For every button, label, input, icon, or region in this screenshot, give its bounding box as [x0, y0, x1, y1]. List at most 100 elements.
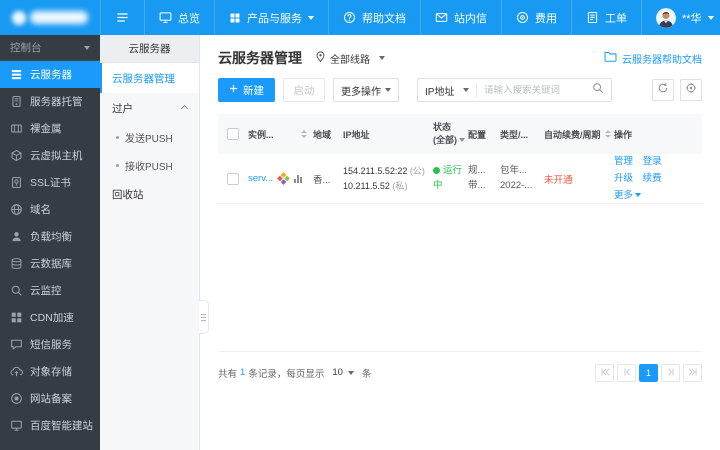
envelope-icon: [435, 11, 448, 24]
subnav-collapse-handle[interactable]: [199, 300, 209, 334]
page-prev-button[interactable]: [617, 363, 636, 382]
action-more[interactable]: 更多: [614, 190, 642, 201]
certificate-icon: [10, 176, 23, 189]
nav-tickets[interactable]: 工单: [571, 0, 641, 35]
subnav-item-recycle-bin[interactable]: 回收站: [100, 179, 199, 209]
config-cell: 规... 带...: [468, 164, 500, 193]
sidebar-item-object-storage[interactable]: 对象存储: [0, 358, 100, 385]
th-status-filter[interactable]: (全部): [433, 134, 468, 148]
status-cell: 运行中: [433, 164, 468, 193]
sidebar-item-label: 百度智能建站: [30, 420, 93, 432]
region-cell: 香...: [313, 174, 331, 186]
sidebar-item-sms[interactable]: 短信服务: [0, 331, 100, 358]
action-login[interactable]: 登录: [643, 156, 662, 167]
settings-button[interactable]: [680, 79, 702, 101]
server-table: 实例... 地域 IP地址 状态 (全部) 配置 类型/... 自动续费/周期: [218, 114, 702, 393]
console-switcher[interactable]: 控制台: [0, 35, 100, 61]
nav-products[interactable]: 产品与服务: [214, 0, 328, 35]
search-type-dropdown[interactable]: IP地址: [418, 83, 476, 98]
sidebar-item-cloud-server[interactable]: 云服务器: [0, 61, 100, 88]
sidebar-item-ssl-cert[interactable]: SSL证书: [0, 169, 100, 196]
globe-icon: [10, 203, 23, 216]
start-button-disabled[interactable]: 启动: [283, 78, 325, 102]
chevron-down-icon: [379, 56, 385, 60]
page-next-button[interactable]: [661, 363, 680, 382]
sidebar-item-site-builder[interactable]: 百度智能建站: [0, 412, 100, 439]
action-manage[interactable]: 管理: [614, 156, 633, 167]
total-count: 1: [240, 367, 246, 378]
instance-name-link[interactable]: serv...: [248, 173, 273, 184]
page-first-button[interactable]: [595, 363, 614, 382]
subnav-group-label: 过户: [112, 102, 133, 115]
page-number-button[interactable]: 1: [639, 363, 658, 382]
sidebar-item-cloud-monitor[interactable]: 云监控: [0, 277, 100, 304]
os-pinwheel-icon: [277, 172, 291, 185]
main-content: 云服务器管理 全部线路 云服务器帮助文档 新建 启动 更多操作 IP地址 请输入…: [200, 35, 720, 450]
line-filter-dropdown[interactable]: 全部线路: [316, 50, 385, 66]
page-last-button[interactable]: [683, 363, 702, 382]
sidebar-item-label: CDN加速: [30, 312, 74, 324]
action-upgrade[interactable]: 升级: [614, 173, 633, 184]
refresh-button[interactable]: [652, 79, 674, 101]
sidebar-item-label: 云服务器: [30, 69, 72, 81]
public-ip: 154.211.5.52:22 (公): [343, 166, 425, 177]
subnav-title: 云服务器: [100, 35, 199, 63]
user-menu[interactable]: **华: [641, 0, 720, 35]
action-renew[interactable]: 续费: [643, 173, 662, 184]
row-checkbox[interactable]: [227, 172, 239, 185]
person-icon: [10, 230, 23, 243]
th-instance: 实例...: [248, 128, 313, 141]
actions-cell: 管理 登录 升级 续费 更多: [614, 153, 702, 204]
th-type: 类型/...: [500, 129, 529, 140]
total-mid: 条记录，每页显示: [248, 368, 325, 380]
th-status-filter-label: (全部): [433, 135, 457, 145]
chevron-down-icon: [459, 138, 465, 142]
bar-chart-icon[interactable]: [294, 174, 303, 183]
nav-help-docs[interactable]: 帮助文档: [328, 0, 420, 35]
total-prefix: 共有: [218, 368, 238, 380]
sidebar-item-load-balancer[interactable]: 负载均衡: [0, 223, 100, 250]
help-doc-link[interactable]: 云服务器帮助文档: [604, 51, 702, 66]
subnav: 云服务器 云服务器管理 过户 发送PUSH 接收PUSH 回收站: [100, 35, 209, 450]
sidebar-item-virtual-host[interactable]: 云虚拟主机: [0, 142, 100, 169]
logo-icon: [12, 10, 26, 25]
sidebar-item-domain[interactable]: 域名: [0, 196, 100, 223]
select-all-checkbox[interactable]: [227, 128, 239, 140]
search-button[interactable]: [585, 81, 611, 99]
more-operations-dropdown[interactable]: 更多操作: [333, 78, 399, 102]
subnav-item-server-manage[interactable]: 云服务器管理: [100, 63, 199, 93]
gear-icon: [685, 81, 697, 99]
private-ip: 10.211.5.52 (私): [343, 180, 408, 191]
menu-toggle-button[interactable]: [100, 0, 144, 35]
nav-messages-label: 站内信: [454, 12, 487, 25]
type-line1: 包年...: [500, 165, 527, 177]
search-input[interactable]: [477, 84, 585, 96]
toolbar: 新建 启动 更多操作 IP地址: [218, 78, 702, 102]
sort-icon[interactable]: [604, 130, 611, 138]
sidebar-item-bare-metal[interactable]: 裸金属: [0, 115, 100, 142]
sidebar-item-icp-filing[interactable]: 网站备案: [0, 385, 100, 412]
subnav-item-send-push[interactable]: 发送PUSH: [100, 123, 199, 151]
subnav-item-receive-push[interactable]: 接收PUSH: [100, 151, 199, 179]
chat-bubble-icon: [10, 338, 23, 351]
avatar: [656, 7, 676, 28]
folder-icon: [604, 51, 617, 65]
sidebar-item-server-hosting[interactable]: 服务器托管: [0, 88, 100, 115]
shell: 控制台 云服务器 服务器托管 裸金属 云虚拟主机 SSL证书 域名 负载均衡 云…: [0, 35, 720, 450]
type-cell: 包年... 2022-...: [500, 164, 544, 193]
page-size-dropdown[interactable]: 10: [332, 367, 354, 378]
sidebar-item-cdn[interactable]: CDN加速: [0, 304, 100, 331]
sort-icon[interactable]: [301, 130, 307, 138]
subnav-group-transfer[interactable]: 过户: [100, 93, 199, 123]
brand-logo[interactable]: [0, 0, 100, 35]
help-doc-link-label: 云服务器帮助文档: [622, 54, 702, 66]
nav-messages[interactable]: 站内信: [420, 0, 501, 35]
page-last-icon: [688, 367, 698, 379]
nav-overview[interactable]: 总览: [144, 0, 214, 35]
create-button[interactable]: 新建: [218, 78, 275, 102]
sidebar-item-cloud-database[interactable]: 云数据库: [0, 250, 100, 277]
nav-products-label: 产品与服务: [247, 12, 302, 25]
line-filter-value: 全部线路: [330, 54, 370, 66]
table-row: serv... 香... 154.211.5.52:22 (公) 10.211.…: [218, 154, 702, 204]
nav-billing[interactable]: 费用: [501, 0, 571, 35]
